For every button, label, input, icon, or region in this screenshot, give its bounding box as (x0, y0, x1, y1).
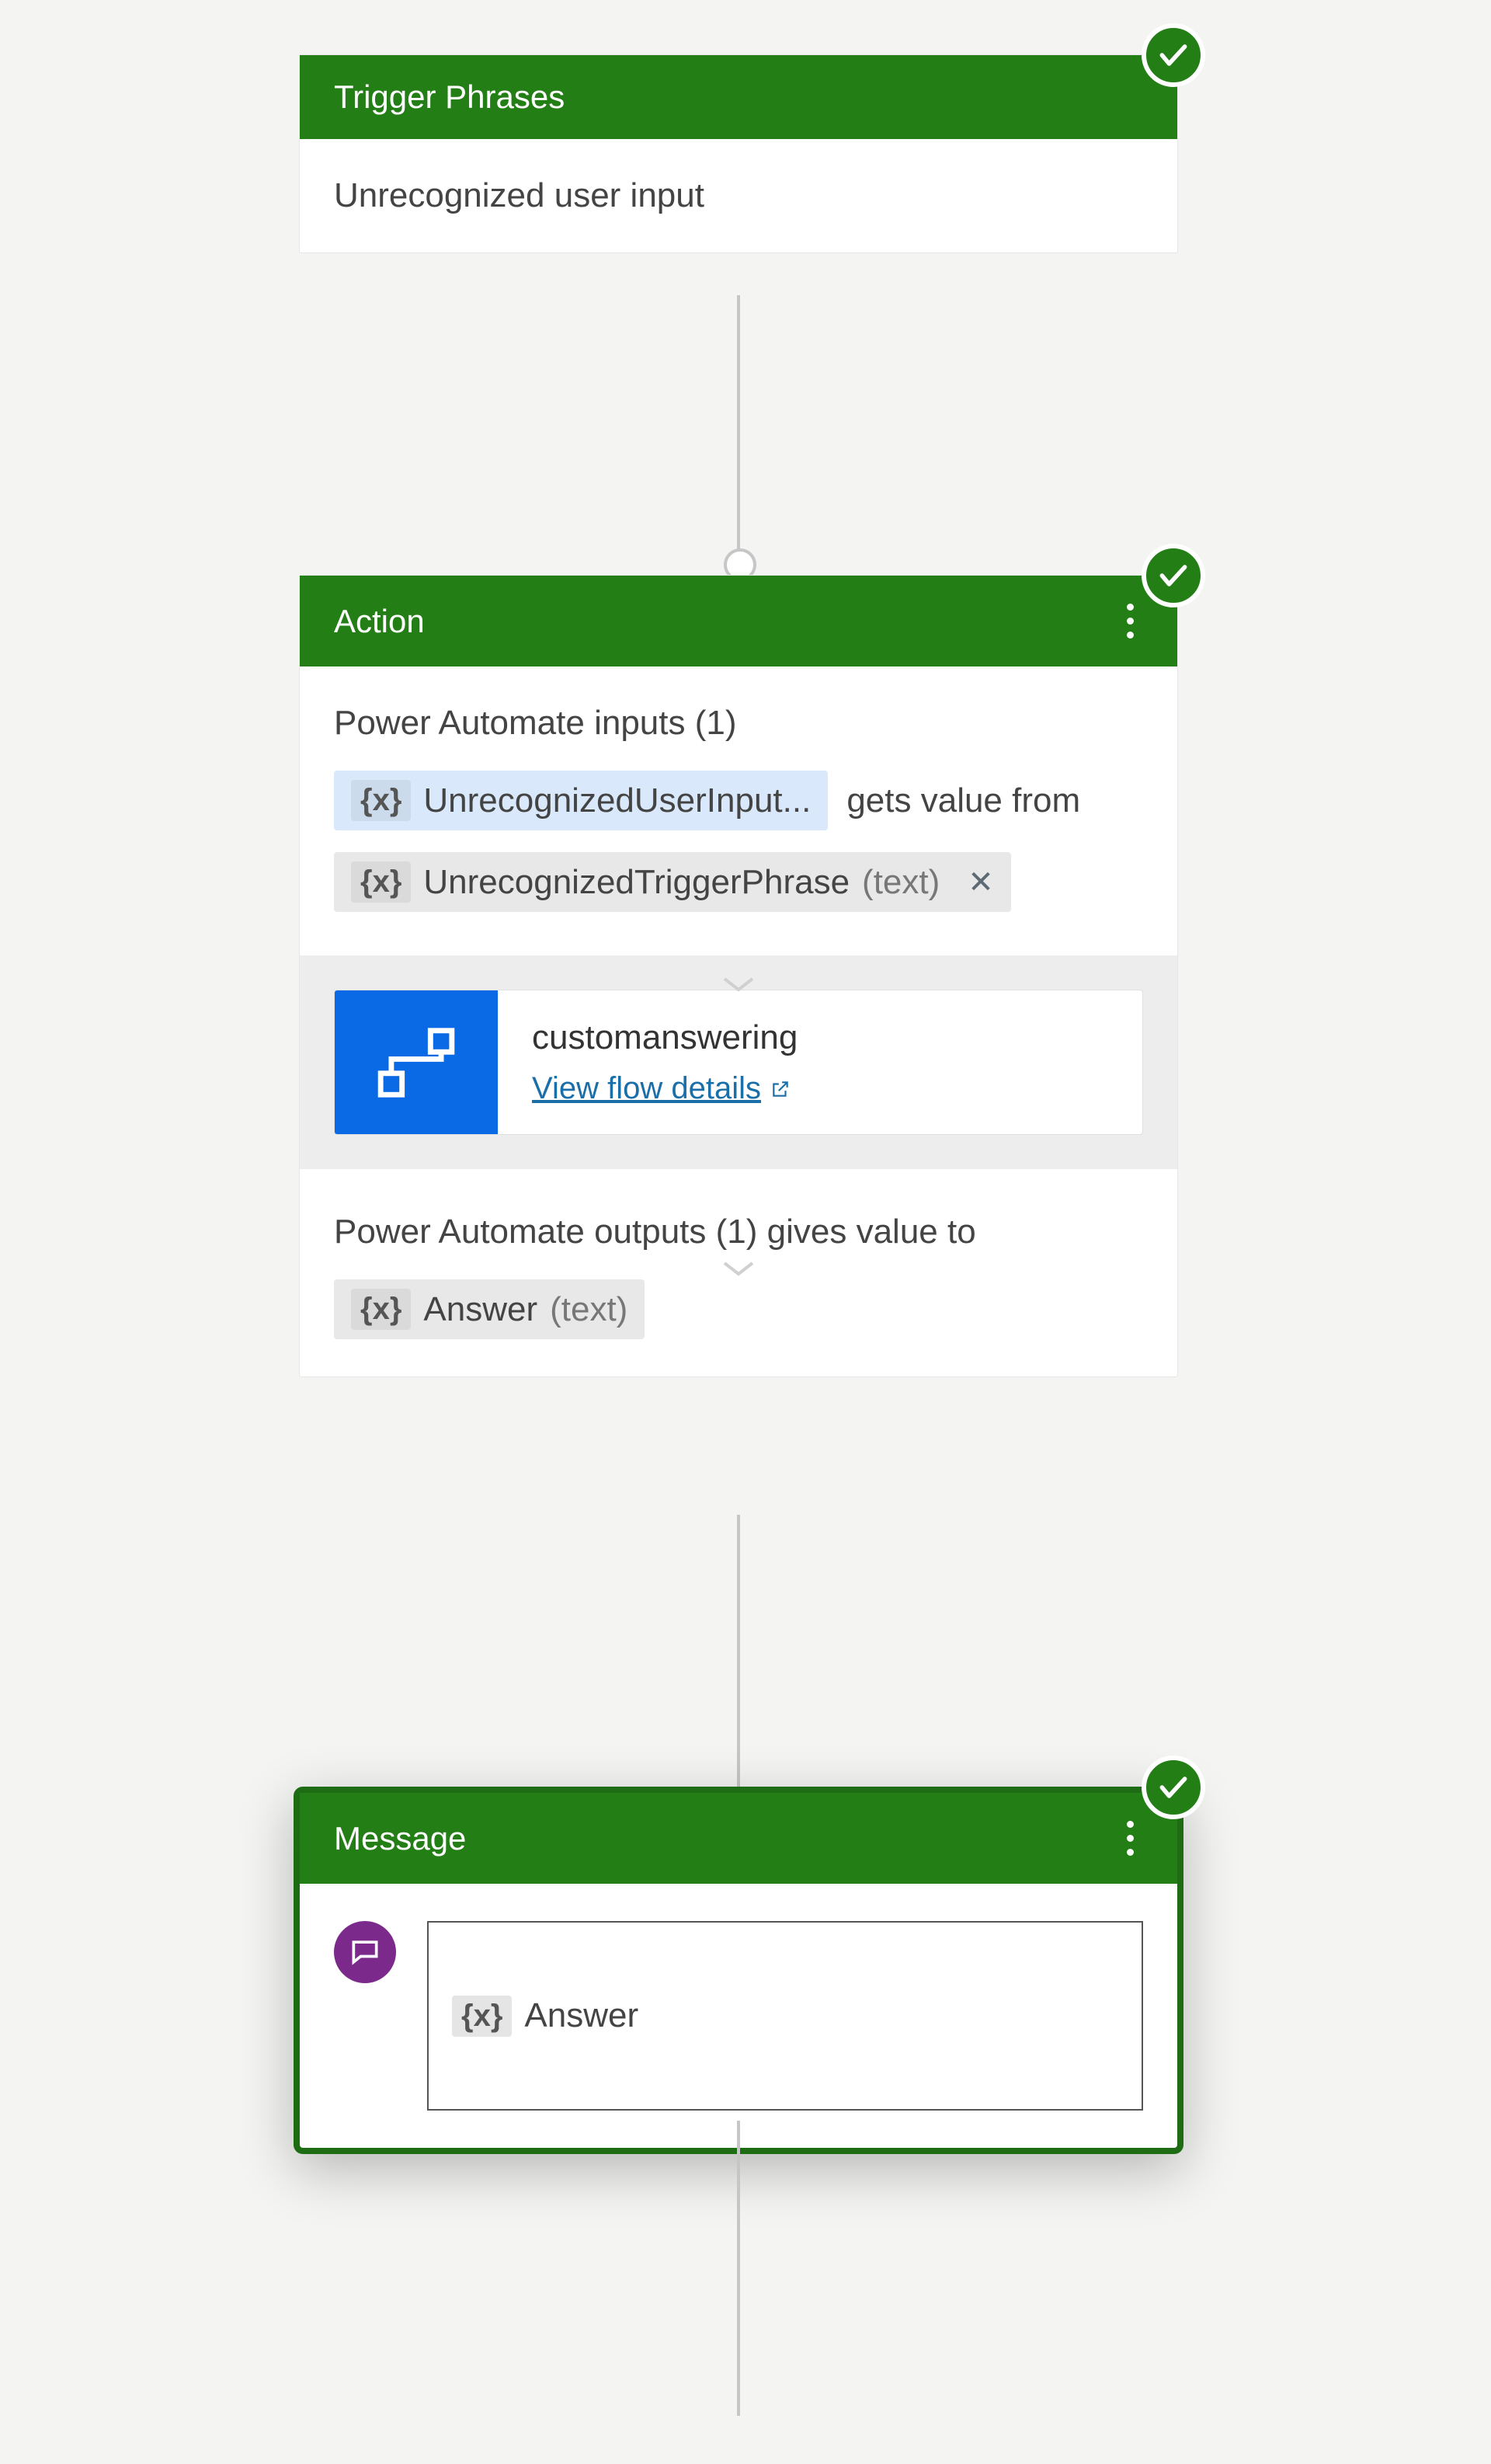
check-icon (1142, 544, 1205, 607)
connector-line (737, 2121, 740, 2416)
source-variable-name: UnrecognizedTriggerPhrase (423, 863, 850, 902)
message-card-title: Message (334, 1820, 466, 1857)
view-flow-details-link[interactable]: View flow details (532, 1071, 798, 1106)
output-variable-type: (text) (550, 1290, 627, 1329)
authoring-canvas[interactable]: Trigger Phrases Unrecognized user input … (0, 0, 1491, 2464)
chevron-down-icon (721, 974, 756, 994)
variable-icon: {x} (351, 780, 411, 821)
check-icon (1142, 23, 1205, 87)
trigger-card-body: Unrecognized user input (300, 139, 1177, 252)
action-inputs-label: Power Automate inputs (1) (334, 704, 1143, 743)
remove-token-button[interactable]: ✕ (952, 865, 994, 900)
action-outputs-label: Power Automate outputs (1) gives value t… (334, 1213, 1143, 1251)
message-card-body: {x} Answer (300, 1884, 1177, 2148)
view-flow-details-text: View flow details (532, 1071, 761, 1106)
variable-icon: {x} (351, 861, 411, 903)
source-variable-token[interactable]: {x} UnrecognizedTriggerPhrase (text) ✕ (334, 852, 1011, 912)
output-variable-token[interactable]: {x} Answer (text) (334, 1279, 645, 1339)
action-card-header: Action (300, 576, 1177, 666)
message-card[interactable]: Message {x} Answer (294, 1787, 1183, 2154)
flow-icon (335, 990, 498, 1134)
more-options-button[interactable] (1117, 599, 1143, 643)
trigger-card[interactable]: Trigger Phrases Unrecognized user input (299, 54, 1178, 253)
message-bubble-icon (334, 1921, 396, 1983)
source-variable-type: (text) (862, 863, 940, 902)
input-variable-name: UnrecognizedUserInput... (423, 781, 811, 820)
input-variable-token[interactable]: {x} UnrecognizedUserInput... (334, 771, 828, 830)
output-variable-name: Answer (423, 1290, 537, 1329)
connector-line (737, 295, 740, 563)
check-icon (1142, 1756, 1205, 1819)
trigger-card-header: Trigger Phrases (300, 55, 1177, 139)
message-variable-name: Answer (524, 1996, 638, 2035)
variable-icon: {x} (351, 1289, 411, 1330)
more-options-button[interactable] (1117, 1816, 1143, 1860)
gets-value-from-label: gets value from (846, 781, 1080, 820)
chevron-down-icon (721, 1258, 756, 1279)
external-link-icon (770, 1079, 791, 1099)
action-card-title: Action (334, 603, 425, 640)
variable-icon: {x} (452, 1996, 512, 2037)
trigger-phrase-text: Unrecognized user input (334, 176, 704, 214)
message-card-header: Message (300, 1793, 1177, 1884)
action-inputs-section: Power Automate inputs (1) {x} Unrecogniz… (300, 666, 1177, 955)
trigger-card-title: Trigger Phrases (334, 78, 565, 116)
flow-tile[interactable]: customanswering View flow details (334, 990, 1143, 1135)
connector-line (737, 1515, 740, 1787)
flow-name-label: customanswering (532, 1018, 798, 1057)
message-content-input[interactable]: {x} Answer (427, 1921, 1143, 2111)
